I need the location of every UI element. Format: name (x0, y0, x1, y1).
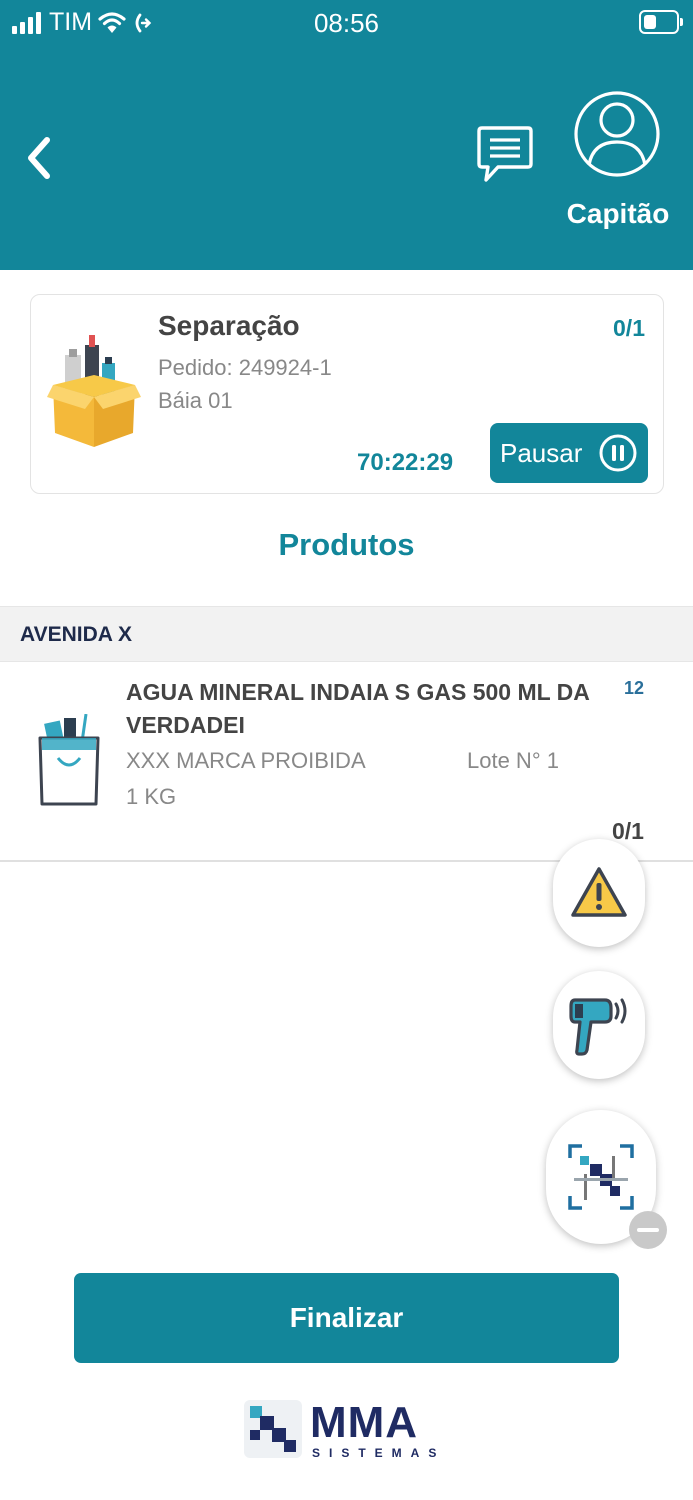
finish-button[interactable]: Finalizar (74, 1273, 619, 1363)
task-timer: 70:22:29 (357, 449, 454, 476)
bay-label: Báia 01 (158, 388, 233, 413)
task-card: Separação Pedido: 249924-1 Báia 01 0/1 7… (30, 294, 664, 494)
product-lot: Lote N° 1 (467, 748, 559, 773)
pause-label: Pausar (500, 437, 583, 468)
user-name: Capitão (566, 198, 670, 229)
task-title: Separação (158, 310, 300, 341)
battery-icon (639, 10, 683, 34)
product-count: 0/1 (612, 818, 644, 844)
product-brand: XXX MARCA PROIBIDA (126, 748, 366, 773)
collapse-button[interactable] (629, 1211, 667, 1249)
pause-icon (599, 434, 637, 472)
shopping-bag-icon (38, 714, 100, 806)
barcode-icon (568, 1144, 634, 1210)
task-progress: 0/1 (613, 315, 645, 341)
scanner-button[interactable] (553, 971, 645, 1079)
back-button[interactable] (20, 130, 60, 186)
group-label: AVENIDA X (20, 623, 133, 646)
warning-icon (571, 867, 627, 917)
alert-button[interactable] (553, 839, 645, 947)
logo-name: MMA (310, 1398, 419, 1447)
logo-subtitle: SISTEMAS (312, 1446, 446, 1460)
logo-mark-icon (244, 1400, 302, 1458)
company-logo: MMA SISTEMAS (244, 1398, 450, 1468)
clock: 08:56 (313, 8, 380, 38)
avatar[interactable] (573, 82, 661, 186)
product-weight: 1 KG (126, 784, 177, 809)
chat-icon[interactable] (476, 124, 534, 186)
app-header: TIM 08:56 Capitão (0, 0, 693, 270)
minus-icon (637, 1228, 659, 1232)
box-icon (47, 335, 141, 447)
group-header: AVENIDA X (0, 606, 693, 662)
order-number: Pedido: 249924-1 (158, 355, 332, 380)
status-bar: TIM 08:56 (0, 0, 693, 48)
pause-button[interactable]: Pausar (490, 423, 648, 483)
list-item[interactable]: AGUA MINERAL INDAIA S GAS 500 ML DA VERD… (0, 662, 693, 862)
product-name: AGUA MINERAL INDAIA S GAS 500 ML DA VERD… (126, 679, 590, 738)
barcode-scanner-icon (569, 998, 627, 1056)
product-quantity: 12 (624, 678, 645, 698)
section-title: Produtos (278, 527, 415, 562)
